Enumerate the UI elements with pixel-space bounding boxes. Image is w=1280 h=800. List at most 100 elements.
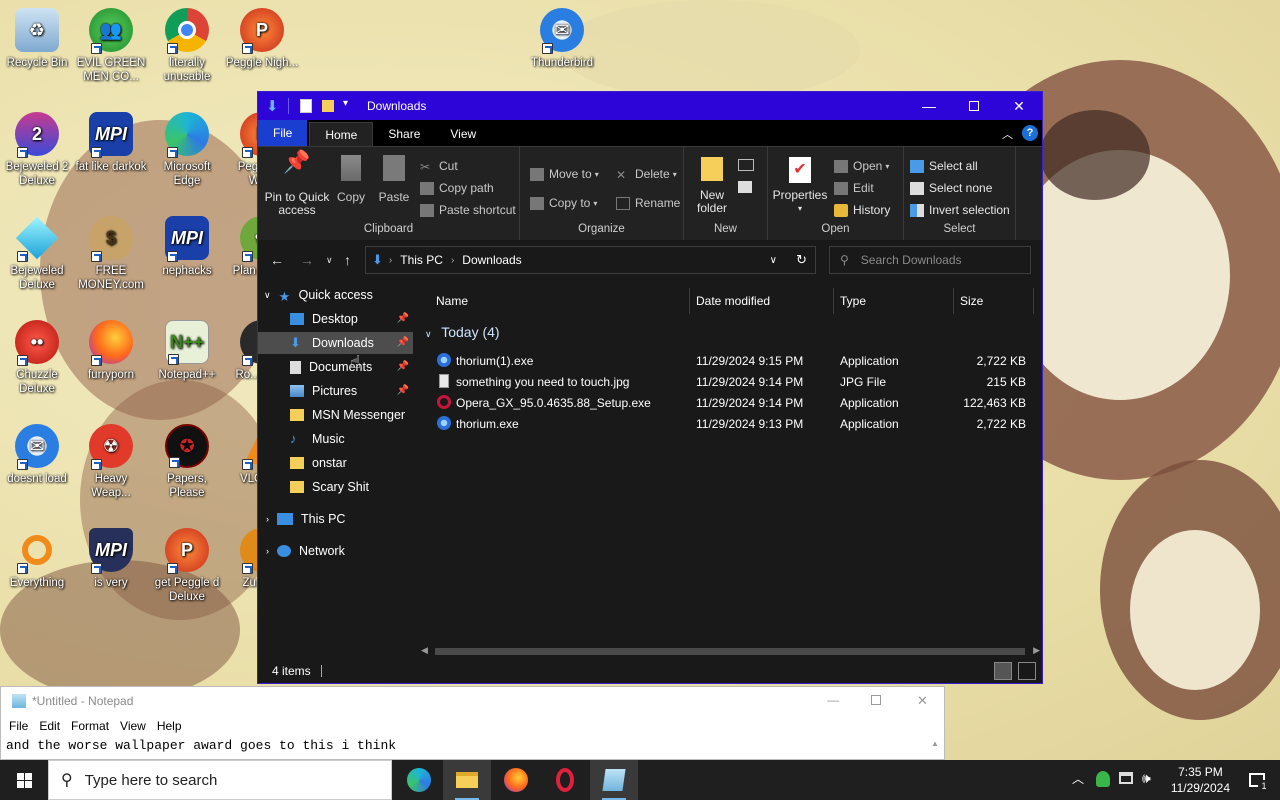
nav-item-msn-messenger[interactable]: MSN Messenger (258, 404, 413, 426)
maximize-icon[interactable] (871, 695, 881, 705)
copy-to-button[interactable]: Copy to ▾ (530, 196, 597, 210)
people-icon[interactable] (1096, 771, 1110, 787)
file-row[interactable]: thorium.exe 11/29/2024 9:13 PM Applicati… (433, 414, 1033, 435)
desktop-icon-doesnt-load[interactable]: ✉ doesnt load (0, 424, 74, 486)
desktop-icon-evil-green-men[interactable]: 👥 EVIL GREEN MEN CO... (74, 8, 148, 84)
tab-view[interactable]: View (435, 122, 491, 146)
close-button[interactable]: ✕ (996, 92, 1042, 120)
desktop-icon-literally-unusable[interactable]: literally unusable (150, 8, 224, 84)
taskbar-search-box[interactable]: ⚲ Type here to search (48, 760, 392, 800)
tab-share[interactable]: Share (373, 122, 435, 146)
pin-to-quick-access-button[interactable]: 📌 Pin to Quick access (264, 151, 330, 217)
group-header-today[interactable]: ∨ Today (4) (425, 324, 500, 340)
desktop-icon-chuzzle[interactable]: •• Chuzzle Deluxe (0, 320, 74, 396)
move-to-button[interactable]: Move to ▾ (530, 167, 599, 181)
properties-quick-icon[interactable] (300, 99, 312, 113)
desktop-icon-fat-like-darkok[interactable]: MPI fat like darkok (74, 112, 148, 174)
desktop-icon-free-money[interactable]: $ FREE MONEY.com (74, 216, 148, 292)
customize-quick-access-icon[interactable]: ▾ (343, 98, 348, 109)
title-bar[interactable]: ⬇ ▾ Downloads — ✕ (258, 92, 1042, 120)
open-button[interactable]: Open ▾ (834, 159, 889, 173)
new-folder-button[interactable]: New folder (692, 157, 732, 215)
forward-button[interactable]: → (300, 252, 314, 268)
column-header-name[interactable]: Name (430, 288, 690, 314)
tab-file[interactable]: File (258, 120, 308, 146)
rename-button[interactable]: Rename (616, 196, 680, 210)
scroll-up-icon[interactable]: ▲ (931, 739, 939, 748)
file-row[interactable]: thorium(1).exe 11/29/2024 9:15 PM Applic… (433, 351, 1033, 372)
file-row[interactable]: something you need to touch.jpg 11/29/20… (433, 372, 1033, 393)
taskbar-notepad[interactable] (590, 760, 638, 800)
desktop-icon-bejeweled-2[interactable]: 2 Bejeweled 2 Deluxe (0, 112, 74, 188)
search-box[interactable]: ⚲ Search Downloads (829, 246, 1031, 274)
nav-network[interactable]: › Network (258, 540, 413, 562)
collapse-ribbon-icon[interactable]: ︿ (1002, 126, 1013, 142)
desktop-icon-papers-please[interactable]: ✪ Papers, Please (150, 424, 224, 500)
properties-button[interactable]: ✔ Properties ▾ (772, 157, 828, 215)
new-folder-quick-icon[interactable] (322, 100, 334, 112)
desktop-icon-everything[interactable]: Everything (0, 528, 74, 590)
large-icons-view-button[interactable] (1018, 662, 1036, 680)
minimize-icon[interactable]: — (827, 693, 839, 707)
desktop-icon-recycle-bin[interactable]: ♻ Recycle Bin (0, 8, 74, 70)
copy-button[interactable]: Copy (334, 155, 368, 204)
new-item-icon[interactable] (738, 159, 754, 171)
notifications-button[interactable]: 1 (1234, 760, 1280, 800)
column-header-type[interactable]: Type (834, 288, 954, 314)
nav-quick-access[interactable]: ∨ ★ Quick access (258, 284, 413, 306)
taskbar-file-explorer[interactable] (443, 760, 491, 800)
nav-item-onstar[interactable]: onstar (258, 452, 413, 474)
scroll-left-icon[interactable]: ◀ (421, 645, 428, 656)
desktop-icon-furryporn[interactable]: furryporn (74, 320, 148, 382)
taskbar-opera[interactable] (541, 760, 589, 800)
notepad-title-bar[interactable]: *Untitled - Notepad — ✕ (1, 687, 944, 715)
nav-this-pc[interactable]: › This PC (258, 508, 413, 530)
clock[interactable]: 7:35 PM 11/29/2024 (1171, 764, 1230, 796)
address-dropdown-icon[interactable]: ∨ (770, 255, 777, 266)
tab-home[interactable]: Home (309, 122, 374, 146)
breadcrumb-this-pc[interactable]: This PC (400, 253, 443, 267)
copy-path-button[interactable]: Copy path (420, 181, 494, 195)
nav-item-desktop[interactable]: Desktop 📌 (258, 308, 413, 330)
nav-item-documents[interactable]: Documents 📌 (258, 356, 413, 378)
column-header-date-modified[interactable]: Date modified (690, 288, 834, 314)
nav-item-scary-shit[interactable]: Scary Shit (258, 476, 413, 498)
desktop-icon-heavy-weapon[interactable]: ☢ Heavy Weap... (74, 424, 148, 500)
file-row[interactable]: Opera_GX_95.0.4635.88_Setup.exe 11/29/20… (433, 393, 1033, 414)
desktop-icon-thunderbird[interactable]: ✉ Thunderbird (525, 8, 599, 70)
network-status-icon[interactable] (1119, 772, 1133, 784)
paste-shortcut-button[interactable]: Paste shortcut (420, 203, 516, 217)
address-bar[interactable]: ⬇ › This PC › Downloads ∨ ↻ (365, 246, 816, 274)
breadcrumb-downloads[interactable]: Downloads (462, 253, 521, 267)
details-view-button[interactable] (994, 662, 1012, 680)
back-button[interactable]: ← (270, 252, 284, 268)
scroll-right-icon[interactable]: ▶ (1033, 645, 1040, 656)
menu-format[interactable]: Format (71, 719, 109, 733)
close-icon[interactable]: ✕ (917, 693, 928, 709)
nav-item-pictures[interactable]: Pictures 📌 (258, 380, 413, 402)
taskbar-edge[interactable] (395, 760, 443, 800)
up-button[interactable]: ↑ (344, 252, 351, 268)
column-header-size[interactable]: Size (954, 288, 1034, 314)
select-none-button[interactable]: Select none (910, 181, 992, 195)
cut-button[interactable]: ✂ Cut (420, 159, 458, 174)
desktop-icon-peggle-nights[interactable]: P Peggle Nigh... (225, 8, 299, 70)
menu-edit[interactable]: Edit (39, 719, 60, 733)
nav-item-downloads[interactable]: ⬇ Downloads 📌 (258, 332, 413, 354)
refresh-icon[interactable]: ↻ (796, 252, 807, 268)
menu-file[interactable]: File (9, 719, 28, 733)
notepad-text-area[interactable]: and the worse wallpaper award goes to th… (1, 737, 944, 753)
desktop-icon-get-peggle-deluxe[interactable]: P get Peggle d Deluxe (150, 528, 224, 604)
paste-button[interactable]: Paste (374, 155, 414, 204)
recent-locations-button[interactable]: ∨ (326, 255, 333, 266)
easy-access-icon[interactable] (738, 181, 752, 193)
menu-view[interactable]: View (120, 719, 146, 733)
minimize-button[interactable]: — (906, 92, 952, 120)
nav-item-music[interactable]: ♪ Music (258, 428, 413, 450)
horizontal-scrollbar[interactable]: ◀ ▶ (415, 643, 1042, 659)
volume-icon[interactable]: 🕪 (1142, 770, 1151, 787)
help-icon[interactable]: ? (1022, 125, 1038, 141)
desktop-icon-nephacks[interactable]: MPI nephacks (150, 216, 224, 278)
desktop-icon-microsoft-edge[interactable]: Microsoft Edge (150, 112, 224, 188)
menu-help[interactable]: Help (157, 719, 182, 733)
